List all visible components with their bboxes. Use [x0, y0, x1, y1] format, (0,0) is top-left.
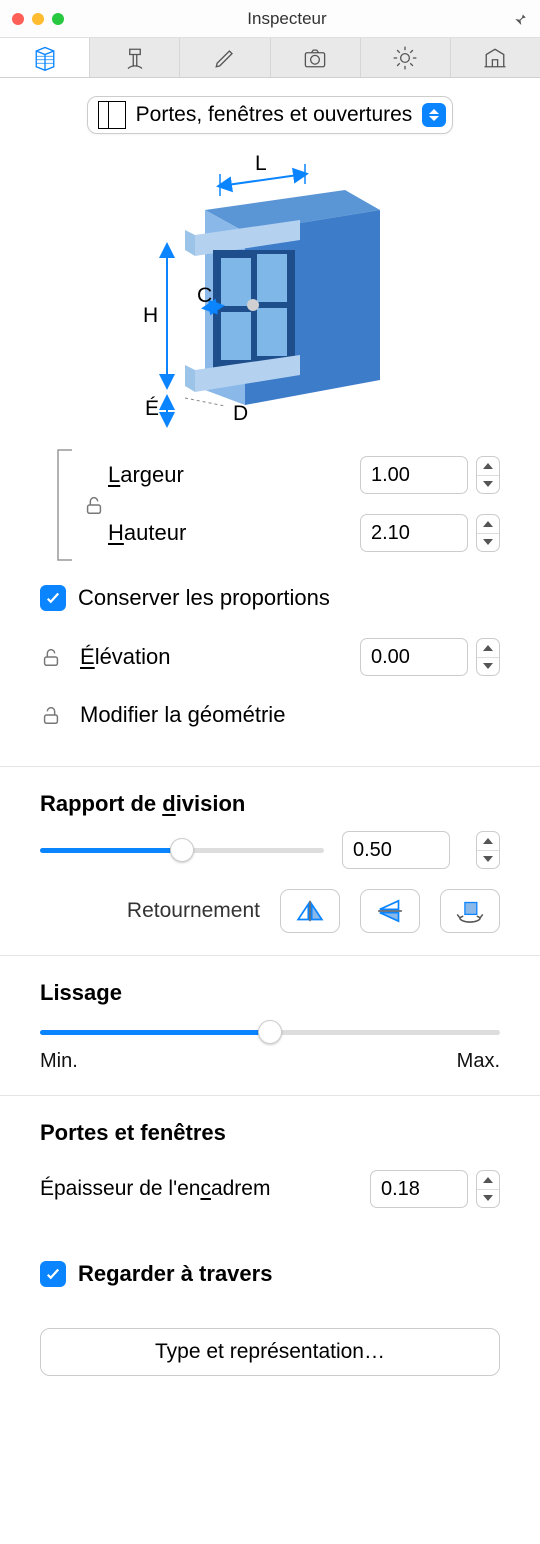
- tab-building[interactable]: [451, 38, 540, 77]
- dimensions-section: Largeur Hauteur Conserver les proportion…: [0, 446, 540, 767]
- svg-text:É: É: [145, 397, 159, 420]
- frame-thickness-input[interactable]: [370, 1170, 468, 1208]
- keep-proportions-label: Conserver les proportions: [78, 585, 330, 611]
- height-stepper[interactable]: [476, 514, 500, 552]
- division-stepper[interactable]: [476, 831, 500, 869]
- door-plan-icon: [98, 101, 126, 129]
- modify-geometry-label[interactable]: Modifier la géométrie: [80, 702, 500, 728]
- flip-vertical-button[interactable]: [360, 889, 420, 933]
- tab-camera[interactable]: [271, 38, 361, 77]
- inspector-tabs: [0, 38, 540, 78]
- division-title: Rapport de division: [40, 791, 500, 817]
- object-type-selector[interactable]: Portes, fenêtres et ouvertures: [87, 96, 454, 134]
- flip-label: Retournement: [40, 899, 260, 923]
- smoothing-slider[interactable]: [40, 1020, 500, 1044]
- width-stepper[interactable]: [476, 456, 500, 494]
- elevation-label: Élévation: [80, 644, 360, 670]
- smoothing-section: Lissage Min. Max.: [0, 980, 540, 1096]
- height-label: Hauteur: [108, 520, 360, 546]
- svg-text:L: L: [255, 152, 267, 175]
- svg-text:H: H: [143, 304, 158, 327]
- division-slider[interactable]: [40, 838, 324, 862]
- division-section: Rapport de division Retournement: [0, 791, 540, 956]
- svg-text:D: D: [233, 402, 248, 425]
- type-representation-button[interactable]: Type et représentation…: [40, 1328, 500, 1376]
- close-window[interactable]: [12, 13, 24, 25]
- flip-horizontal-button[interactable]: [280, 889, 340, 933]
- keep-proportions-checkbox[interactable]: [40, 585, 66, 611]
- tab-materials[interactable]: [90, 38, 180, 77]
- elevation-lock-icon[interactable]: [40, 646, 80, 668]
- division-input[interactable]: [342, 831, 450, 869]
- width-input[interactable]: [360, 456, 468, 494]
- object-type-label: Portes, fenêtres et ouvertures: [136, 103, 413, 127]
- elevation-stepper[interactable]: [476, 638, 500, 676]
- dimension-diagram: L H C É D: [0, 144, 540, 446]
- chevron-updown-icon: [422, 103, 446, 127]
- minimize-window[interactable]: [32, 13, 44, 25]
- zoom-window[interactable]: [52, 13, 64, 25]
- frame-thickness-label: Épaisseur de l'encadrem: [40, 1177, 370, 1201]
- lock-aspect-icon[interactable]: [83, 494, 105, 516]
- window-controls: [12, 13, 64, 25]
- doors-section: Portes et fenêtres Épaisseur de l'encadr…: [0, 1120, 540, 1398]
- rotate-button[interactable]: [440, 889, 500, 933]
- svg-text:C: C: [197, 284, 212, 307]
- tab-edit[interactable]: [180, 38, 270, 77]
- pin-icon[interactable]: [510, 10, 528, 28]
- width-label: Largeur: [108, 462, 360, 488]
- see-through-label: Regarder à travers: [78, 1261, 272, 1287]
- geometry-lock-icon[interactable]: [40, 704, 80, 726]
- tab-geometry[interactable]: [0, 38, 90, 77]
- see-through-checkbox[interactable]: [40, 1261, 66, 1287]
- titlebar: Inspecteur: [0, 0, 540, 38]
- smoothing-min-label: Min.: [40, 1050, 78, 1073]
- doors-title: Portes et fenêtres: [40, 1120, 500, 1146]
- frame-thickness-stepper[interactable]: [476, 1170, 500, 1208]
- smoothing-title: Lissage: [40, 980, 500, 1006]
- window-title: Inspecteur: [64, 9, 510, 29]
- smoothing-max-label: Max.: [457, 1050, 500, 1073]
- tab-light[interactable]: [361, 38, 451, 77]
- height-input[interactable]: [360, 514, 468, 552]
- object-type-row: Portes, fenêtres et ouvertures: [0, 78, 540, 144]
- elevation-input[interactable]: [360, 638, 468, 676]
